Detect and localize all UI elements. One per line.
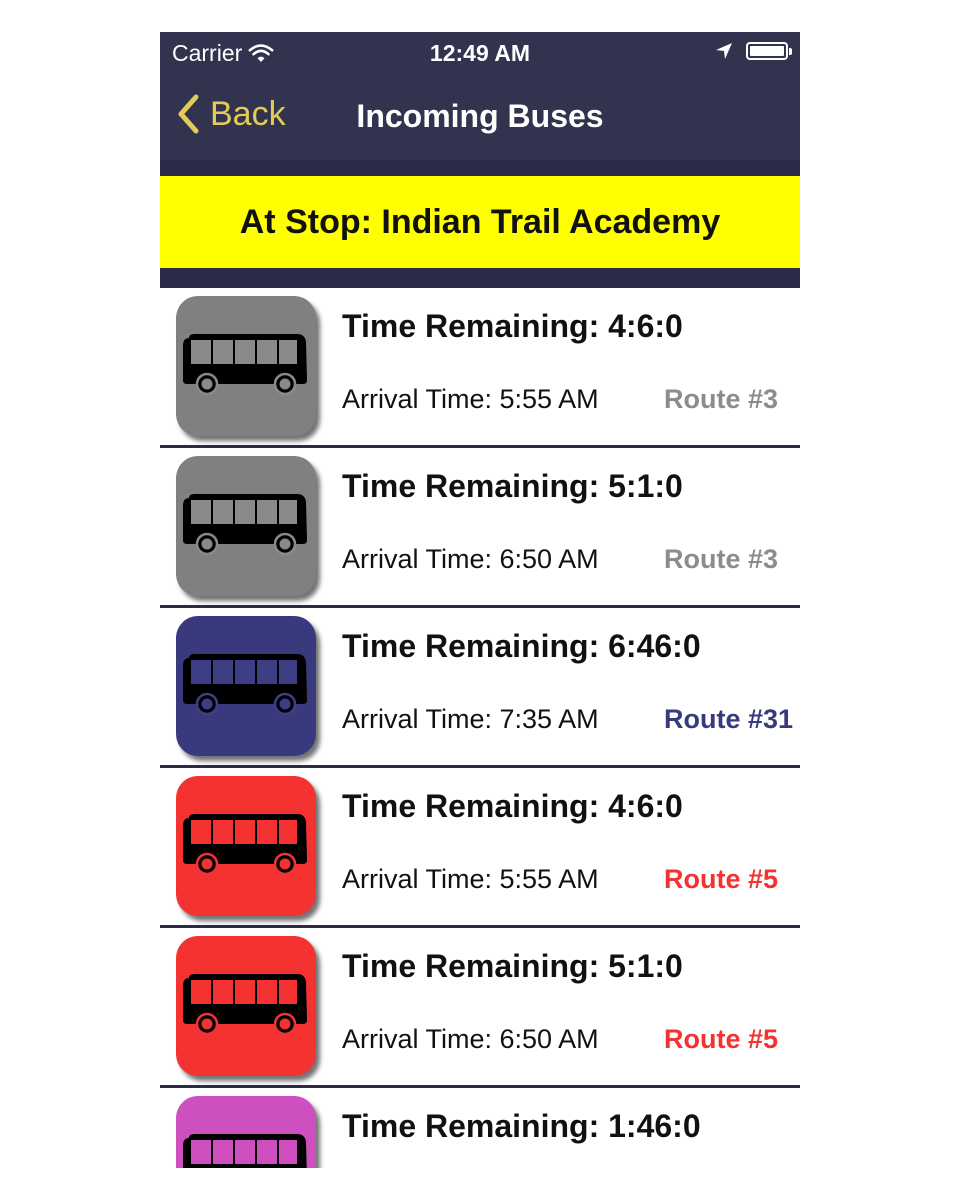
bus-tile xyxy=(176,456,316,596)
time-remaining: Time Remaining: 4:6:0 xyxy=(342,788,683,824)
arrival-time: Arrival Time: 5:55 AM xyxy=(342,864,599,894)
bus-tile xyxy=(176,1096,316,1168)
time-remaining: Time Remaining: 6:46:0 xyxy=(342,628,701,664)
route-label: Route #3 xyxy=(664,544,779,574)
route-label: Route #5 xyxy=(664,864,779,894)
location-arrow-icon xyxy=(716,43,732,59)
bus-tile xyxy=(176,616,316,756)
bus-icon xyxy=(183,654,307,716)
bus-icon xyxy=(183,1134,307,1168)
battery-icon xyxy=(746,42,792,60)
arrival-time: Arrival Time: 6:50 AM xyxy=(342,1024,599,1054)
bus-row[interactable]: Time Remaining: 4:6:0 Arrival Time: 5:55 … xyxy=(160,768,800,928)
bus-tile xyxy=(176,776,316,916)
route-label: Route #31 xyxy=(664,704,794,734)
navigation-bar: Back Incoming Buses xyxy=(160,72,800,160)
bus-icon xyxy=(183,334,307,396)
arrival-time: Arrival Time: 5:55 AM xyxy=(342,384,599,414)
time-remaining: Time Remaining: 5:1:0 xyxy=(342,468,683,504)
bus-tile xyxy=(176,296,316,436)
status-time: 12:49 AM xyxy=(429,40,531,66)
bus-row[interactable]: Time Remaining: 1:46:0 xyxy=(160,1088,800,1168)
route-label: Route #5 xyxy=(664,1024,779,1054)
page-title: Incoming Buses xyxy=(356,98,604,134)
stop-banner: At Stop: Indian Trail Academy xyxy=(160,176,800,268)
bus-icon xyxy=(183,814,307,876)
arrival-time: Arrival Time: 7:35 AM xyxy=(342,704,599,734)
bus-row[interactable]: Time Remaining: 5:1:0 Arrival Time: 6:50 … xyxy=(160,448,800,608)
route-label: Route #3 xyxy=(664,384,779,414)
bus-icon xyxy=(183,974,307,1036)
phone-screen: Carrier 12:49 AM Back Incoming Buses At … xyxy=(160,32,800,1168)
time-remaining: Time Remaining: 5:1:0 xyxy=(342,948,683,984)
bus-row[interactable]: Time Remaining: 4:6:0 Arrival Time: 5:55 … xyxy=(160,288,800,448)
status-bar: Carrier 12:49 AM xyxy=(160,32,800,72)
bus-list: Time Remaining: 4:6:0 Arrival Time: 5:55 … xyxy=(160,288,800,1168)
nav-divider xyxy=(160,160,800,176)
top-bar: Carrier 12:49 AM Back Incoming Buses xyxy=(160,32,800,160)
time-remaining: Time Remaining: 1:46:0 xyxy=(342,1108,701,1144)
stop-banner-container: At Stop: Indian Trail Academy xyxy=(160,176,800,288)
bus-icon xyxy=(183,494,307,556)
arrival-time: Arrival Time: 6:50 AM xyxy=(342,544,599,574)
time-remaining: Time Remaining: 4:6:0 xyxy=(342,308,683,344)
bus-tile xyxy=(176,936,316,1076)
bus-row[interactable]: Time Remaining: 6:46:0 Arrival Time: 7:35… xyxy=(160,608,800,768)
status-right-group xyxy=(714,41,792,61)
bus-row[interactable]: Time Remaining: 5:1:0 Arrival Time: 6:50 … xyxy=(160,928,800,1088)
